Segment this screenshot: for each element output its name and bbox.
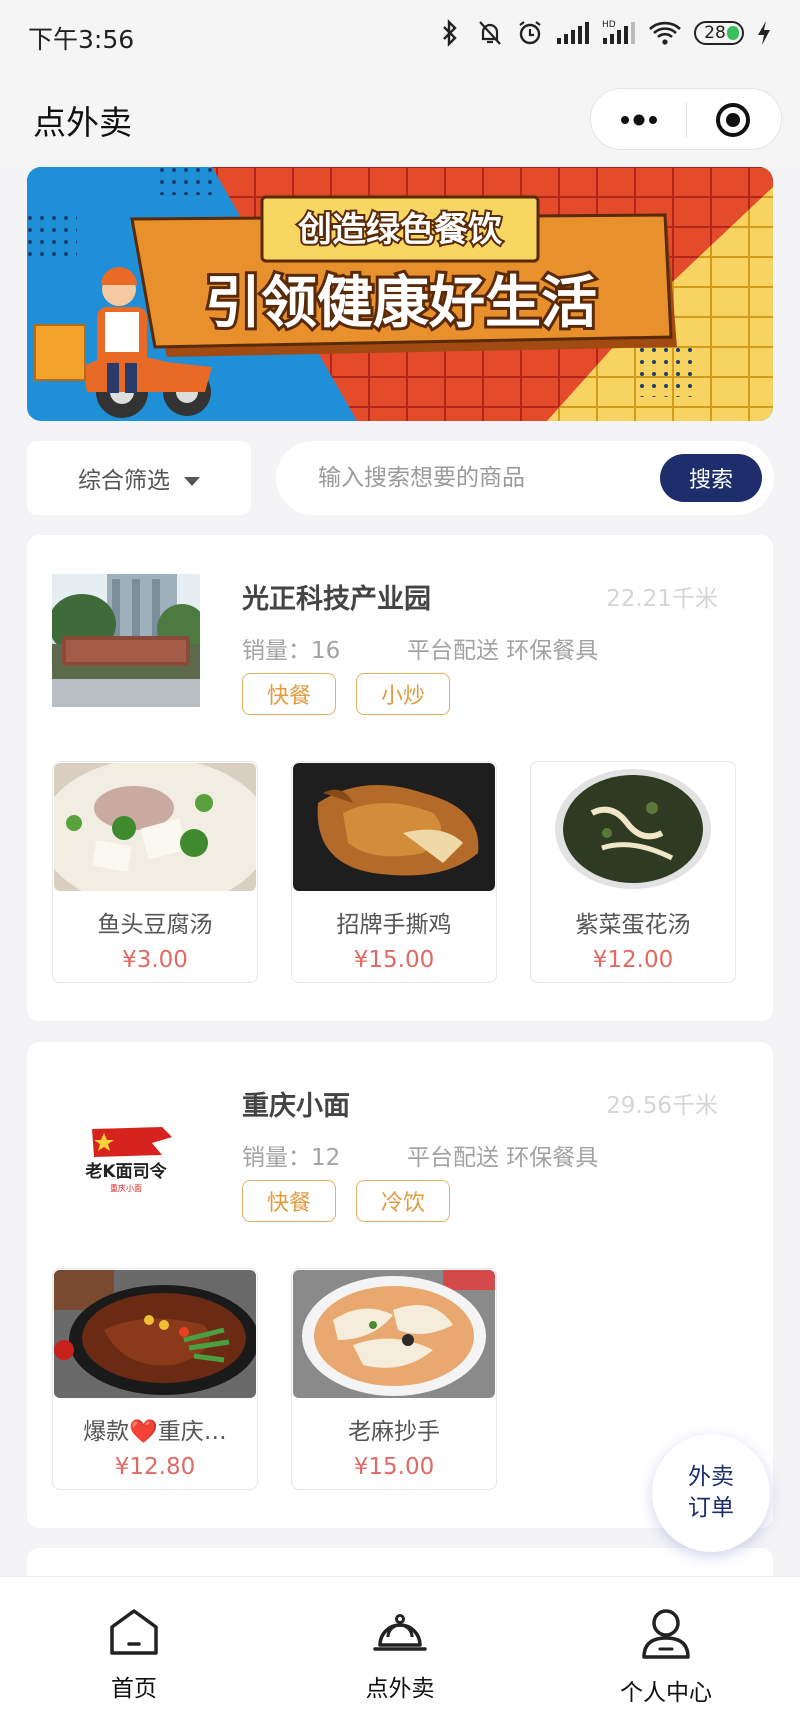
dish-list: 爆款❤️重庆… ¥12.80 老麻抄手 ¥15.00	[52, 1268, 497, 1490]
cloche-icon	[373, 1614, 427, 1651]
hd-signal-icon: HD	[602, 20, 635, 44]
store-tags: 快餐 小炒	[242, 673, 450, 715]
store-card[interactable]: 光正科技产业园 22.21千米 销量：16 平台配送 环保餐具 快餐 小炒 鱼头…	[27, 535, 773, 1021]
tab-label: 点外卖	[365, 1676, 435, 1702]
dish-name: 爆款❤️重庆…	[83, 1419, 227, 1445]
store-logo-text: 老K面司令	[84, 1161, 167, 1182]
store-name: 重庆小面	[242, 1091, 350, 1122]
status-bar: 下午3:56 HD 28	[0, 0, 800, 72]
page-title: 点外卖	[33, 103, 132, 142]
store-tag[interactable]: 快餐	[242, 1180, 336, 1222]
status-time: 下午3:56	[28, 25, 135, 54]
mute-bell-icon	[479, 21, 501, 45]
store-logo: 老K面司令 重庆小面	[52, 1081, 200, 1214]
store-tag[interactable]: 冷饮	[356, 1180, 450, 1222]
signal-icon	[557, 22, 589, 44]
mini-program-capsule	[590, 88, 782, 150]
alarm-icon	[519, 21, 541, 45]
user-icon	[642, 1609, 690, 1659]
dish-image	[54, 763, 256, 891]
dish-price: ¥3.00	[122, 947, 188, 973]
store-sales: 销量：12	[242, 1145, 341, 1171]
status-icons: HD 28	[436, 18, 772, 48]
dish-card[interactable]: 爆款❤️重庆… ¥12.80	[52, 1268, 258, 1490]
more-button[interactable]	[591, 89, 686, 151]
store-tag[interactable]: 快餐	[242, 673, 336, 715]
search-input[interactable]	[318, 457, 648, 499]
dish-name: 紫菜蛋花汤	[575, 912, 691, 938]
dish-name: 招牌手撕鸡	[336, 912, 452, 938]
dish-card[interactable]: 招牌手撕鸡 ¥15.00	[291, 761, 497, 983]
dish-name: 鱼头豆腐汤	[97, 912, 213, 938]
promo-banner[interactable]: 创造绿色餐饮 引领健康好生活	[27, 167, 773, 421]
more-dots-icon	[620, 114, 657, 126]
svg-text:HD: HD	[602, 20, 616, 30]
dish-price: ¥15.00	[353, 947, 435, 973]
wifi-icon	[649, 21, 681, 45]
dish-image	[293, 1270, 495, 1398]
search-bar: 搜索	[276, 441, 774, 515]
target-circle-icon	[716, 103, 750, 137]
tab-profile[interactable]: 个人中心	[586, 1607, 746, 1707]
store-service: 平台配送 环保餐具	[407, 1145, 599, 1171]
dish-image	[54, 1270, 256, 1398]
dish-list: 鱼头豆腐汤 ¥3.00 招牌手撕鸡 ¥15.00 紫菜蛋花汤 ¥12.00	[52, 761, 736, 983]
store-name: 光正科技产业园	[242, 584, 431, 615]
dish-price: ¥12.80	[114, 1454, 196, 1480]
fab-line1: 外卖	[688, 1464, 734, 1490]
dish-name: 老麻抄手	[348, 1419, 440, 1445]
close-mini-program-button[interactable]	[685, 89, 781, 151]
filter-label: 综合筛选	[78, 468, 170, 494]
battery-level: 28	[704, 23, 726, 43]
fab-line2: 订单	[688, 1495, 734, 1521]
filter-dropdown[interactable]: 综合筛选	[27, 441, 251, 515]
tab-label: 个人中心	[620, 1680, 712, 1706]
tab-label: 首页	[111, 1676, 157, 1702]
store-distance: 22.21千米	[606, 586, 718, 612]
dish-card[interactable]: 老麻抄手 ¥15.00	[291, 1268, 497, 1490]
store-tags: 快餐 冷饮	[242, 1180, 450, 1222]
takeout-orders-button[interactable]: 外卖 订单	[652, 1434, 770, 1552]
dish-image	[532, 763, 734, 891]
banner-art: 创造绿色餐饮 引领健康好生活	[27, 167, 773, 421]
bluetooth-icon	[443, 19, 457, 47]
search-button[interactable]: 搜索	[660, 454, 762, 502]
tab-order-food[interactable]: 点外卖	[320, 1607, 480, 1703]
store-logo-subtext: 重庆小面	[110, 1183, 142, 1193]
banner-line2: 引领健康好生活	[205, 271, 597, 336]
caret-down-icon	[184, 476, 200, 486]
store-tag[interactable]: 小炒	[356, 673, 450, 715]
charging-icon	[758, 21, 770, 45]
dish-card[interactable]: 紫菜蛋花汤 ¥12.00	[530, 761, 736, 983]
bottom-tab-bar: 首页 点外卖 个人中心	[0, 1576, 800, 1733]
dish-price: ¥15.00	[353, 1454, 435, 1480]
battery-indicator: 28	[694, 21, 744, 45]
dish-price: ¥12.00	[592, 947, 674, 973]
home-icon	[110, 1609, 158, 1655]
title-bar: 点外卖	[0, 72, 800, 168]
store-logo	[52, 574, 200, 707]
store-card[interactable]: 老K面司令 重庆小面 重庆小面 29.56千米 销量：12 平台配送 环保餐具 …	[27, 1042, 773, 1528]
store-sales: 销量：16	[242, 638, 341, 664]
dish-card[interactable]: 鱼头豆腐汤 ¥3.00	[52, 761, 258, 983]
dish-image	[293, 763, 495, 891]
banner-line1: 创造绿色餐饮	[297, 210, 503, 250]
store-service: 平台配送 环保餐具	[407, 638, 599, 664]
tab-home[interactable]: 首页	[54, 1607, 214, 1703]
store-distance: 29.56千米	[606, 1093, 718, 1119]
